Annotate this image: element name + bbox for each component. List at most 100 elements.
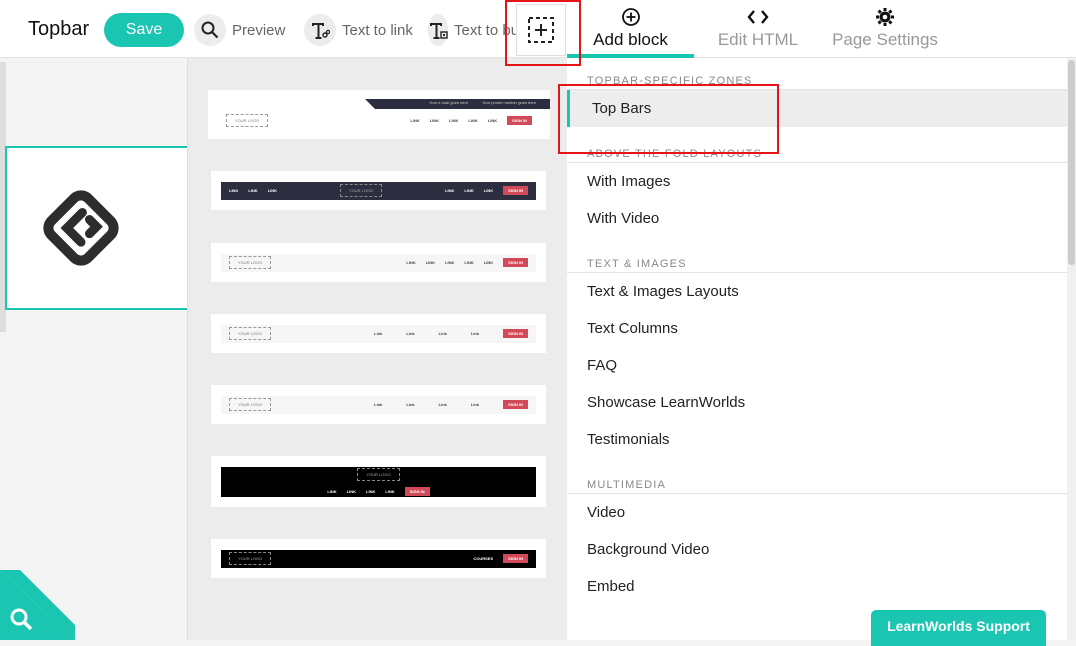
- editor-toolbar: Topbar Save Preview Text to link Text to…: [0, 0, 1076, 58]
- template-logo-placeholder: YOUR LOGO: [226, 113, 269, 127]
- template-link: LINK: [483, 260, 494, 265]
- gear-icon: [825, 6, 945, 28]
- template-link: LINK: [406, 260, 416, 265]
- template-links: LINK LINK LINK LINK LINK SIGN IN: [410, 115, 532, 125]
- template-signin: SIGN IN: [507, 115, 532, 125]
- topbar-template-1[interactable]: Your e-mail goes here Your phone number …: [208, 90, 550, 139]
- template-link: LINK: [248, 188, 258, 193]
- text-button-icon: [428, 14, 448, 46]
- text-to-link-button[interactable]: Text to link: [304, 14, 413, 46]
- template-links: Link Link Link Link SIGN IN: [374, 329, 528, 338]
- preview-button[interactable]: Preview: [194, 14, 285, 46]
- tab-edit-html-label: Edit HTML: [717, 30, 799, 49]
- template-signin: SIGN IN: [503, 329, 528, 338]
- template-link: Link: [374, 331, 383, 336]
- template-link: Link: [470, 331, 480, 336]
- template-signin: SIGN IN: [503, 186, 528, 195]
- text-to-button-label: Text to button: [454, 21, 520, 39]
- block-preview-list: Your e-mail goes here Your phone number …: [187, 58, 567, 640]
- template-phone-note: Your phone number goes here: [482, 100, 536, 105]
- template-link: LINK: [464, 188, 474, 193]
- category-top-bars[interactable]: Top Bars: [567, 90, 1067, 127]
- category-background-video[interactable]: Background Video: [567, 531, 1067, 568]
- template-link: Link: [406, 402, 415, 407]
- template-email-note: Your e-mail goes here: [429, 100, 469, 105]
- template-link: LINK: [468, 117, 478, 123]
- template-link: LINK: [267, 188, 278, 193]
- text-to-button-button[interactable]: Text to button: [428, 14, 520, 46]
- add-zone-button[interactable]: [516, 4, 566, 56]
- scrollbar-thumb[interactable]: [1068, 60, 1075, 265]
- code-icon: [708, 6, 808, 28]
- category-showcase[interactable]: Showcase LearnWorlds: [567, 384, 1067, 421]
- template-links-left: LINK LINK LINK: [229, 188, 277, 193]
- template-link: LINK: [425, 260, 436, 265]
- category-scrollbar[interactable]: [1067, 58, 1076, 640]
- template-links: LINK LINK LINK LINK LINK SIGN IN: [406, 258, 528, 267]
- template-link: LINK: [327, 488, 337, 494]
- template-logo-placeholder: YOUR LOGO: [357, 467, 400, 481]
- template-link: LINK: [385, 488, 395, 494]
- template-logo-placeholder: YOUR LOGO: [229, 552, 272, 565]
- template-signin: SIGN IN: [404, 486, 430, 496]
- template-link: LINK: [346, 488, 357, 494]
- template-links: Link Link Link Link SIGN IN: [374, 400, 528, 409]
- add-zone-icon: [528, 17, 554, 43]
- tab-add-block[interactable]: Add block: [567, 6, 694, 58]
- template-link: LINK: [410, 117, 420, 123]
- category-header: ABOVE THE FOLD LAYOUTS: [567, 139, 1067, 163]
- template-link: LINK: [229, 188, 239, 193]
- template-signin: SIGN IN: [503, 554, 528, 563]
- tab-page-settings[interactable]: Page Settings: [825, 6, 945, 58]
- template-link: Link: [470, 402, 480, 407]
- template-signin: SIGN IN: [503, 258, 528, 267]
- category-text-columns[interactable]: Text Columns: [567, 310, 1067, 347]
- plus-circle-icon: [567, 6, 694, 28]
- tab-add-block-label: Add block: [593, 30, 668, 49]
- category-header: MULTIMEDIA: [567, 470, 1067, 494]
- topbar-template-3[interactable]: YOUR LOGO LINK LINK LINK LINK LINK SIGN …: [211, 243, 546, 282]
- category-embed[interactable]: Embed: [567, 568, 1067, 605]
- topbar-template-6[interactable]: YOUR LOGO LINK LINK LINK LINK SIGN IN: [211, 456, 546, 507]
- save-button[interactable]: Save: [104, 13, 184, 47]
- category-faq[interactable]: FAQ: [567, 347, 1067, 384]
- template-signin: SIGN IN: [503, 400, 528, 409]
- template-logo-placeholder: YOUR LOGO: [339, 184, 383, 197]
- topbar-block-preview[interactable]: [5, 146, 195, 310]
- template-link: LINK: [464, 260, 474, 265]
- search-icon: [194, 14, 226, 46]
- topbar-template-2[interactable]: LINK LINK LINK YOUR LOGO LINK LINK LINK …: [211, 171, 546, 210]
- category-video[interactable]: Video: [567, 494, 1067, 531]
- topbar-template-7[interactable]: YOUR LOGO COURSES SIGN IN: [211, 539, 546, 578]
- text-link-icon: [304, 14, 336, 46]
- support-button[interactable]: LearnWorlds Support: [871, 610, 1046, 646]
- template-link: LINK: [483, 188, 494, 193]
- learnworlds-logo-icon: [43, 190, 119, 266]
- topbar-template-4[interactable]: YOUR LOGO Link Link Link Link SIGN IN: [211, 314, 546, 353]
- block-category-list: TOPBAR-SPECIFIC ZONES Top Bars ABOVE THE…: [567, 58, 1067, 640]
- tab-edit-html[interactable]: Edit HTML: [708, 6, 808, 58]
- template-link: Link: [406, 331, 415, 336]
- template-link: Link: [438, 331, 447, 336]
- text-to-link-label: Text to link: [342, 21, 413, 39]
- template-links: LINK LINK LINK SIGN IN: [445, 186, 528, 195]
- template-links: COURSES SIGN IN: [473, 554, 528, 563]
- preview-label: Preview: [232, 21, 286, 39]
- template-links: LINK LINK LINK LINK SIGN IN: [327, 486, 430, 496]
- template-link: Link: [374, 402, 383, 407]
- template-link: LINK: [445, 260, 455, 265]
- topbar-template-5[interactable]: YOUR LOGO Link Link Link Link SIGN IN: [211, 385, 546, 424]
- category-testimonials[interactable]: Testimonials: [567, 421, 1067, 458]
- search-fab-icon[interactable]: [0, 570, 75, 640]
- template-link: LINK: [445, 188, 455, 193]
- template-logo-placeholder: YOUR LOGO: [229, 256, 272, 269]
- category-text-images-layouts[interactable]: Text & Images Layouts: [567, 273, 1067, 310]
- category-header: TEXT & IMAGES: [567, 249, 1067, 273]
- template-link: LINK: [429, 117, 440, 123]
- category-header: TOPBAR-SPECIFIC ZONES: [567, 66, 1067, 90]
- category-with-video[interactable]: With Video: [567, 200, 1067, 237]
- page-title: Topbar: [28, 18, 90, 40]
- template-link: LINK: [366, 488, 376, 494]
- category-with-images[interactable]: With Images: [567, 163, 1067, 200]
- template-logo-placeholder: YOUR LOGO: [229, 398, 272, 411]
